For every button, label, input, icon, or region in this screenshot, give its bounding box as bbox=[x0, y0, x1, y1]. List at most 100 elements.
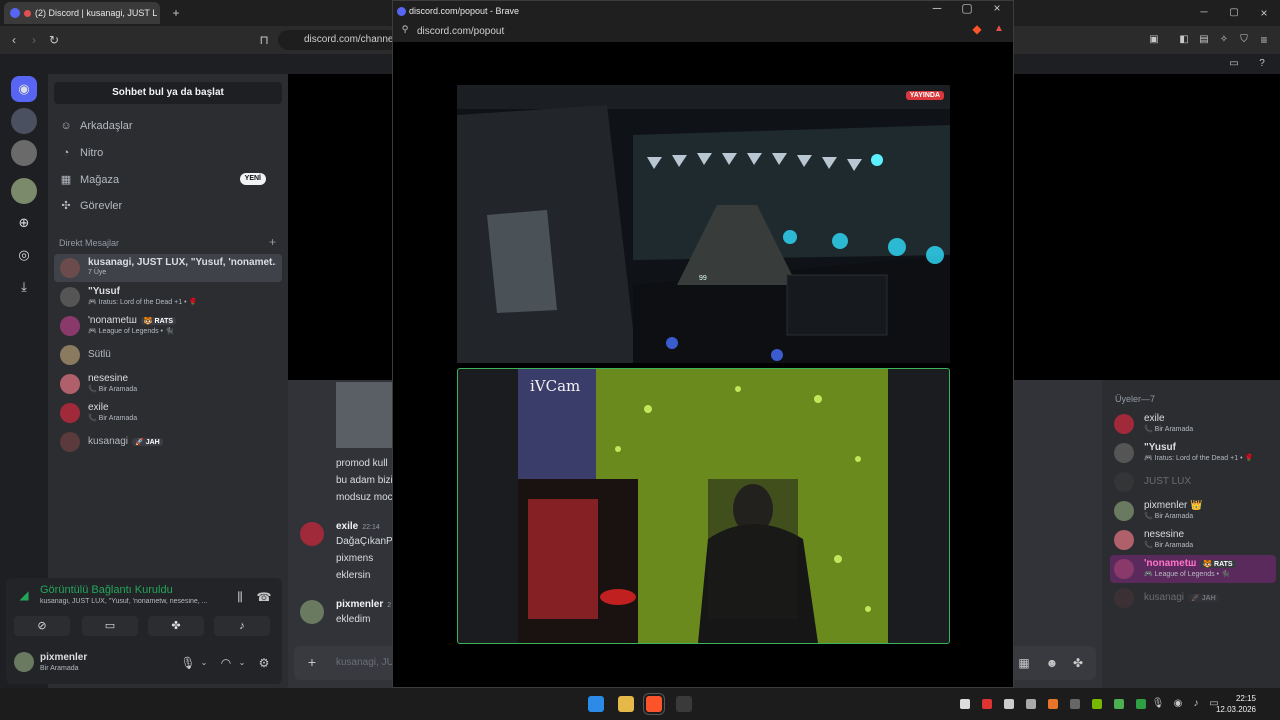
volume-icon[interactable]: ♪ bbox=[1188, 697, 1204, 711]
tray-icon[interactable] bbox=[982, 699, 992, 709]
signal-icon[interactable]: ◢ bbox=[16, 588, 32, 602]
close-window-icon[interactable]: × bbox=[1256, 6, 1272, 20]
member-item[interactable]: exile 📞 Bir Aramada bbox=[1110, 410, 1276, 438]
tray-icon[interactable] bbox=[1048, 699, 1058, 709]
member-item[interactable]: kusanagi 🚀 JAH bbox=[1110, 584, 1276, 612]
game-stream-tile[interactable]: 99 YAYINDA bbox=[457, 85, 950, 363]
brave-shields-icon[interactable]: ◆ bbox=[969, 22, 985, 36]
popout-url-bar[interactable]: ⚲ discord.com/popout ◆ ▲ bbox=[393, 22, 1013, 42]
menu-icon[interactable]: ≡ bbox=[1256, 33, 1272, 47]
find-conversation-button[interactable]: Sohbet bul ya da başlat bbox=[54, 82, 282, 104]
headphones-icon[interactable]: ◠ bbox=[218, 656, 234, 670]
new-dm-icon[interactable]: + bbox=[269, 235, 276, 249]
nvidia-icon[interactable] bbox=[1092, 699, 1102, 709]
tray-icon[interactable] bbox=[1114, 699, 1124, 709]
avatar[interactable] bbox=[300, 600, 324, 624]
nav-shop[interactable]: ▦ Mağaza YENİ bbox=[58, 168, 278, 192]
file-explorer-icon[interactable] bbox=[618, 696, 634, 712]
tray-icon[interactable] bbox=[960, 699, 970, 709]
back-icon[interactable]: ‹ bbox=[6, 33, 22, 47]
message-author[interactable]: pixmenler bbox=[336, 599, 383, 610]
site-info-icon[interactable]: ⚲ bbox=[397, 22, 413, 36]
member-name: nesesine bbox=[1144, 529, 1185, 540]
member-item[interactable]: pixmenler 👑 📞 Bir Aramada bbox=[1110, 497, 1276, 525]
microphone-icon[interactable]: 🎙 bbox=[180, 656, 196, 670]
upload-plus-icon[interactable]: + bbox=[304, 655, 320, 669]
soundboard-button[interactable]: ♪ bbox=[214, 616, 270, 636]
gif-icon[interactable]: ▦ bbox=[1016, 656, 1032, 670]
message-author[interactable]: exile bbox=[336, 521, 358, 532]
wallet-icon[interactable]: ▤ bbox=[1196, 33, 1212, 47]
minimize-icon[interactable]: ─ bbox=[929, 1, 945, 15]
dm-status: 🎮 Iratus: Lord of the Dead +1 • 🌹 bbox=[88, 299, 198, 306]
brave-rewards-icon[interactable]: ▲ bbox=[991, 22, 1007, 36]
bookmark-icon[interactable]: ⊓ bbox=[256, 33, 272, 47]
minimize-icon[interactable]: ─ bbox=[1196, 6, 1212, 20]
dm-name: 'nonametш bbox=[88, 315, 137, 326]
settings-gear-icon[interactable]: ⚙ bbox=[256, 656, 272, 670]
sidebar-icon[interactable]: ◧ bbox=[1176, 33, 1192, 47]
dm-item[interactable]: Sütlü bbox=[54, 341, 282, 369]
url-field[interactable]: discord.com/channel bbox=[278, 30, 398, 50]
dm-item[interactable]: exile 📞 Bir Aramada bbox=[54, 399, 282, 427]
tray-icon[interactable] bbox=[1136, 699, 1146, 709]
chevron-down-icon[interactable]: ⌄ bbox=[196, 656, 212, 670]
tray-icon[interactable] bbox=[1026, 699, 1036, 709]
member-item[interactable]: JUST LUX bbox=[1110, 468, 1276, 496]
member-name: kusanagi bbox=[1144, 592, 1185, 603]
server-icon-3[interactable] bbox=[11, 178, 37, 204]
noise-suppression-icon[interactable]: ⫼ bbox=[232, 590, 248, 604]
maximize-icon[interactable]: ▢ bbox=[1226, 6, 1242, 20]
brave-browser-icon[interactable] bbox=[643, 693, 665, 715]
discover-icon[interactable]: ◎ bbox=[11, 242, 37, 268]
message-time: 2 bbox=[387, 602, 392, 609]
server-icon-1[interactable] bbox=[11, 108, 37, 134]
tray-icon[interactable] bbox=[1004, 699, 1014, 709]
inbox-icon[interactable]: ▭ bbox=[1226, 57, 1242, 71]
tray-icon[interactable] bbox=[1070, 699, 1080, 709]
dm-item[interactable]: kusanagi 🚀 JAH bbox=[54, 428, 282, 456]
dm-item[interactable]: "Yusuf 🎮 Iratus: Lord of the Dead +1 • 🌹 bbox=[54, 283, 282, 311]
member-item[interactable]: nesesine 📞 Bir Aramada bbox=[1110, 526, 1276, 554]
sticker-icon[interactable]: ☻ bbox=[1044, 656, 1060, 670]
server-icon-2[interactable] bbox=[11, 140, 37, 166]
avatar bbox=[60, 287, 80, 307]
chevron-down-icon[interactable]: ⌄ bbox=[234, 656, 250, 670]
activities-button[interactable]: ✤ bbox=[148, 616, 204, 636]
dm-item[interactable]: kusanagi, JUST LUX, "Yusuf, 'nonamet... … bbox=[54, 254, 282, 282]
close-window-icon[interactable]: × bbox=[989, 1, 1005, 15]
help-icon[interactable]: ? bbox=[1254, 57, 1270, 71]
nav-friends[interactable]: ☺ Arkadaşlar bbox=[58, 114, 278, 138]
microphone-icon[interactable]: 🎙 bbox=[1150, 697, 1166, 711]
maximize-icon[interactable]: ▢ bbox=[959, 1, 975, 15]
nav-quests[interactable]: ✣ Görevler bbox=[58, 194, 278, 218]
browser-tab[interactable]: (2) Discord | kusanagi, JUST L × bbox=[4, 2, 160, 24]
apps-icon[interactable]: ✤ bbox=[1070, 656, 1086, 670]
wifi-icon[interactable]: ◉ bbox=[1170, 697, 1186, 711]
member-item[interactable]: 'nonametш 🐯 RATS 🎮 League of Legends • 🐈‍… bbox=[1110, 555, 1276, 583]
app-icon[interactable] bbox=[676, 696, 692, 712]
avatar[interactable] bbox=[14, 652, 34, 672]
dm-header: Direkt Mesajlar bbox=[59, 238, 120, 248]
leo-icon[interactable]: ✧ bbox=[1216, 33, 1232, 47]
forward-icon[interactable]: › bbox=[26, 33, 42, 47]
new-tab-icon[interactable]: + bbox=[168, 6, 184, 20]
member-item[interactable]: "Yusuf 🎮 Iratus: Lord of the Dead +1 • 🌹 bbox=[1110, 439, 1276, 467]
camera-off-button[interactable]: ⊘ bbox=[14, 616, 70, 636]
dm-item[interactable]: nesesine 📞 Bir Aramada bbox=[54, 370, 282, 398]
webcam-stream-tile[interactable]: iVCam bbox=[457, 368, 950, 644]
reload-icon[interactable]: ↻ bbox=[46, 33, 62, 47]
vpn-icon[interactable]: ⛉ bbox=[1236, 33, 1252, 47]
nav-nitro[interactable]: ◔ Nitro bbox=[58, 141, 278, 165]
avatar[interactable] bbox=[300, 522, 324, 546]
disconnect-icon[interactable]: ☎ bbox=[256, 590, 272, 604]
windows-start-icon[interactable] bbox=[588, 696, 604, 712]
extension-icon[interactable]: ▣ bbox=[1146, 33, 1162, 47]
discord-home-icon[interactable]: ◉ bbox=[11, 76, 37, 102]
image-attachment[interactable] bbox=[336, 382, 392, 448]
download-icon[interactable]: ⤓ bbox=[11, 274, 37, 300]
add-server-icon[interactable]: ⊕ bbox=[11, 210, 37, 236]
dm-item[interactable]: 'nonametш 🐯 RATS 🎮 League of Legends • 🐈‍… bbox=[54, 312, 282, 340]
screen-share-button[interactable]: ▭ bbox=[82, 616, 138, 636]
system-clock[interactable]: 22:15 12.03.2026 bbox=[1216, 693, 1256, 715]
